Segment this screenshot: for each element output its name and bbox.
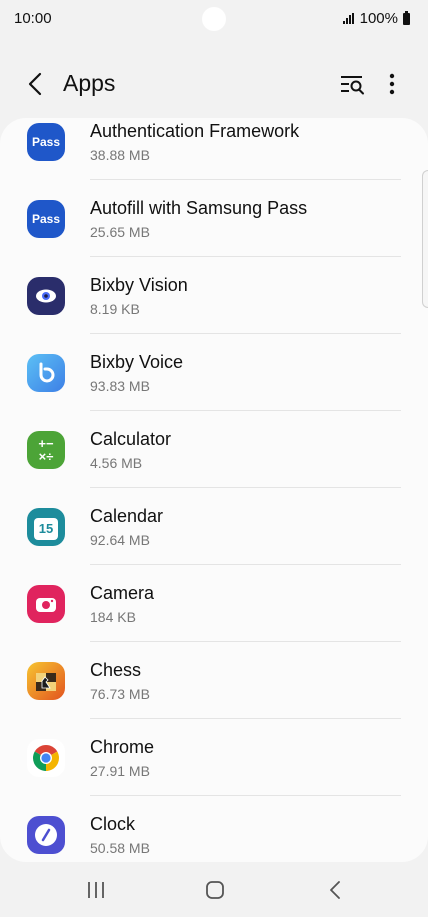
- status-bar: 10:00 100%: [0, 0, 428, 38]
- eye-icon: [27, 277, 65, 315]
- app-row-bixby-vision[interactable]: Bixby Vision 8.19 KB: [0, 257, 428, 334]
- app-name: Camera: [90, 583, 155, 603]
- app-name: Autofill with Samsung Pass: [90, 198, 308, 218]
- samsung-pass-icon: Pass: [27, 123, 65, 161]
- calendar-icon: 15: [27, 508, 65, 546]
- signal-icon: [342, 13, 354, 24]
- chevron-left-icon: [28, 72, 42, 96]
- back-button[interactable]: [24, 70, 48, 98]
- front-camera-cutout: [202, 7, 226, 31]
- app-size: 92.64 MB: [90, 532, 150, 548]
- app-row-chess[interactable]: Chess 76.73 MB: [0, 642, 428, 719]
- status-indicators: 100%: [342, 10, 410, 27]
- back-arrow-icon: [330, 881, 340, 899]
- apps-list[interactable]: Pass Authentication Framework 38.88 MB P…: [0, 118, 428, 862]
- app-size: 25.65 MB: [90, 224, 150, 240]
- app-row-calculator[interactable]: +− ×÷ Calculator 4.56 MB: [0, 411, 428, 488]
- app-size: 4.56 MB: [90, 455, 143, 471]
- chess-icon: [27, 662, 65, 700]
- battery-icon: [403, 10, 410, 25]
- app-row-authentication-framework[interactable]: Pass Authentication Framework 38.88 MB: [0, 118, 428, 180]
- app-name: Chess: [90, 660, 142, 680]
- app-row-calendar[interactable]: 15 Calendar 92.64 MB: [0, 488, 428, 565]
- recents-button[interactable]: [86, 881, 106, 899]
- app-size: 93.83 MB: [90, 378, 150, 394]
- camera-icon: [27, 585, 65, 623]
- app-size: 76.73 MB: [90, 686, 150, 702]
- app-bar: Apps: [0, 60, 428, 110]
- app-name: Bixby Vision: [90, 275, 188, 295]
- app-row-clock[interactable]: Clock 50.58 MB: [0, 796, 428, 862]
- app-row-chrome[interactable]: Chrome 27.91 MB: [0, 719, 428, 796]
- app-row-camera[interactable]: Camera 184 KB: [0, 565, 428, 642]
- app-name: Bixby Voice: [90, 352, 184, 372]
- clock-icon: [27, 816, 65, 854]
- recents-icon: [88, 882, 104, 898]
- nav-back-button[interactable]: [328, 880, 342, 900]
- bixby-b-icon: [27, 354, 65, 392]
- battery-percent: 100%: [359, 10, 398, 27]
- home-icon: [206, 881, 224, 899]
- app-size: 38.88 MB: [90, 147, 150, 163]
- filter-search-icon: [341, 76, 364, 95]
- app-name: Clock: [90, 814, 136, 834]
- scrollbar[interactable]: [422, 170, 428, 308]
- app-size: 8.19 KB: [90, 301, 140, 317]
- more-vertical-icon: [389, 73, 395, 95]
- app-name: Calculator: [90, 429, 172, 449]
- app-name: Calendar: [90, 506, 164, 526]
- app-size: 50.58 MB: [90, 840, 150, 856]
- navigation-bar: [0, 862, 428, 917]
- app-row-autofill-samsung-pass[interactable]: Pass Autofill with Samsung Pass 25.65 MB: [0, 180, 428, 257]
- app-row-bixby-voice[interactable]: Bixby Voice 93.83 MB: [0, 334, 428, 411]
- filter-search-button[interactable]: [338, 70, 366, 98]
- home-button[interactable]: [206, 881, 224, 899]
- status-time: 10:00: [14, 10, 52, 27]
- app-size: 184 KB: [90, 609, 136, 625]
- more-options-button[interactable]: [380, 70, 404, 98]
- app-name: Chrome: [90, 737, 155, 757]
- page-title: Apps: [63, 70, 116, 96]
- chrome-icon: [27, 739, 65, 777]
- calculator-icon: +− ×÷: [27, 431, 65, 469]
- samsung-pass-icon: Pass: [27, 200, 65, 238]
- app-size: 27.91 MB: [90, 763, 150, 779]
- app-name: Authentication Framework: [90, 121, 300, 141]
